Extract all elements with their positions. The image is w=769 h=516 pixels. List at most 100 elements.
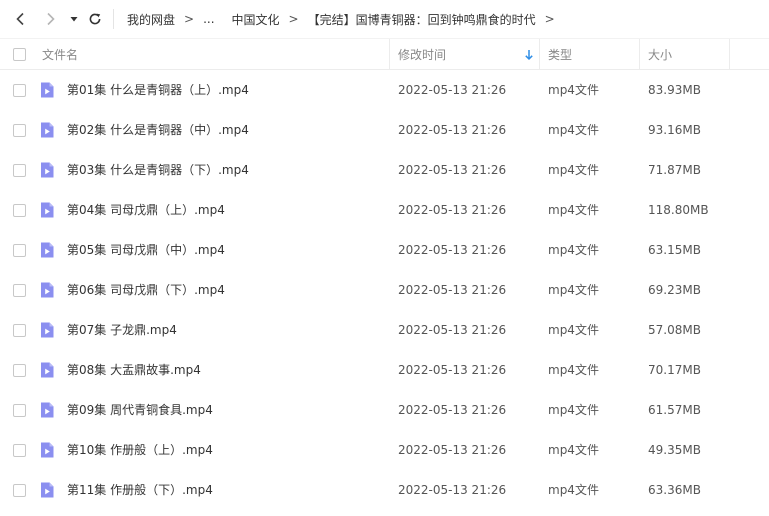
row-checkbox[interactable] (13, 204, 26, 217)
column-divider (539, 39, 540, 70)
file-size: 57.08MB (648, 323, 701, 337)
file-name[interactable]: 第02集 什么是青铜器（中）.mp4 (67, 110, 249, 150)
row-checkbox[interactable] (13, 364, 26, 377)
file-row[interactable]: 第11集 作册般（下）.mp4 2022-05-13 21:26 mp4文件 6… (0, 470, 769, 510)
breadcrumb-item-current-folder[interactable]: 【完结】国博青铜器：回到钟鸣鼎食的时代 (308, 11, 536, 28)
back-button[interactable] (11, 9, 31, 29)
toolbar: 我的网盘 > ... 中国文化 > 【完结】国博青铜器：回到钟鸣鼎食的时代 > (0, 0, 769, 38)
file-name[interactable]: 第07集 子龙鼎.mp4 (67, 310, 177, 350)
file-size: 70.17MB (648, 363, 701, 377)
file-row[interactable]: 第10集 作册般（上）.mp4 2022-05-13 21:26 mp4文件 4… (0, 430, 769, 470)
file-type: mp4文件 (548, 83, 599, 97)
breadcrumb-separator: > (288, 12, 299, 26)
select-all-checkbox[interactable] (13, 39, 26, 70)
file-list-header: 文件名 修改时间 类型 大小 (0, 38, 769, 70)
row-checkbox[interactable] (13, 444, 26, 457)
breadcrumb-item-chinese-culture[interactable]: 中国文化 (232, 11, 280, 28)
file-name[interactable]: 第11集 作册般（下）.mp4 (67, 470, 213, 510)
breadcrumb: 我的网盘 > ... 中国文化 > 【完结】国博青铜器：回到钟鸣鼎食的时代 > (127, 0, 564, 38)
file-type: mp4文件 (548, 123, 599, 137)
checkbox-box (13, 48, 26, 61)
video-file-icon (41, 442, 54, 458)
video-file-icon (41, 162, 54, 178)
column-header-name[interactable]: 文件名 (42, 39, 78, 70)
file-modified-time: 2022-05-13 21:26 (398, 163, 507, 177)
file-modified-time: 2022-05-13 21:26 (398, 283, 507, 297)
file-size: 118.80MB (648, 203, 709, 217)
file-size: 71.87MB (648, 163, 701, 177)
file-name[interactable]: 第10集 作册般（上）.mp4 (67, 430, 213, 470)
file-row[interactable]: 第09集 周代青铜食具.mp4 2022-05-13 21:26 mp4文件 6… (0, 390, 769, 430)
file-name[interactable]: 第03集 什么是青铜器（下）.mp4 (67, 150, 249, 190)
file-name[interactable]: 第01集 什么是青铜器（上）.mp4 (67, 70, 249, 110)
column-header-size[interactable]: 大小 (648, 39, 672, 70)
chevron-right-icon (47, 12, 55, 26)
file-name[interactable]: 第08集 大盂鼎故事.mp4 (67, 350, 201, 390)
breadcrumb-separator: > (544, 12, 555, 26)
history-dropdown-button[interactable] (64, 9, 84, 29)
refresh-button[interactable] (85, 9, 105, 29)
breadcrumb-item-ellipsis[interactable]: ... (203, 12, 214, 26)
file-size: 61.57MB (648, 403, 701, 417)
row-checkbox[interactable] (13, 324, 26, 337)
row-checkbox[interactable] (13, 284, 26, 297)
row-checkbox[interactable] (13, 484, 26, 497)
file-row[interactable]: 第02集 什么是青铜器（中）.mp4 2022-05-13 21:26 mp4文… (0, 110, 769, 150)
file-row[interactable]: 第08集 大盂鼎故事.mp4 2022-05-13 21:26 mp4文件 70… (0, 350, 769, 390)
video-file-icon (41, 242, 54, 258)
chevron-left-icon (16, 12, 24, 26)
refresh-icon (89, 13, 101, 25)
file-type: mp4文件 (548, 323, 599, 337)
video-file-icon (41, 362, 54, 378)
file-row[interactable]: 第06集 司母戊鼎（下）.mp4 2022-05-13 21:26 mp4文件 … (0, 270, 769, 310)
file-size: 83.93MB (648, 83, 701, 97)
column-divider (639, 39, 640, 70)
file-modified-time: 2022-05-13 21:26 (398, 363, 507, 377)
file-modified-time: 2022-05-13 21:26 (398, 483, 507, 497)
file-modified-time: 2022-05-13 21:26 (398, 443, 507, 457)
file-name[interactable]: 第04集 司母戊鼎（上）.mp4 (67, 190, 225, 230)
file-modified-time: 2022-05-13 21:26 (398, 203, 507, 217)
row-checkbox[interactable] (13, 124, 26, 137)
row-checkbox[interactable] (13, 404, 26, 417)
file-type: mp4文件 (548, 283, 599, 297)
video-file-icon (41, 482, 54, 498)
row-checkbox[interactable] (13, 244, 26, 257)
file-row[interactable]: 第05集 司母戊鼎（中）.mp4 2022-05-13 21:26 mp4文件 … (0, 230, 769, 270)
file-modified-time: 2022-05-13 21:26 (398, 83, 507, 97)
breadcrumb-separator: > (184, 12, 195, 26)
file-row[interactable]: 第04集 司母戊鼎（上）.mp4 2022-05-13 21:26 mp4文件 … (0, 190, 769, 230)
column-divider (389, 39, 390, 70)
video-file-icon (41, 82, 54, 98)
video-file-icon (41, 322, 54, 338)
column-header-type[interactable]: 类型 (548, 39, 572, 70)
column-header-modified[interactable]: 修改时间 (398, 39, 539, 70)
file-size: 69.23MB (648, 283, 701, 297)
video-file-icon (41, 282, 54, 298)
forward-button[interactable] (40, 9, 60, 29)
file-type: mp4文件 (548, 483, 599, 497)
row-checkbox[interactable] (13, 84, 26, 97)
file-type: mp4文件 (548, 243, 599, 257)
file-row[interactable]: 第03集 什么是青铜器（下）.mp4 2022-05-13 21:26 mp4文… (0, 150, 769, 190)
file-size: 63.36MB (648, 483, 701, 497)
file-modified-time: 2022-05-13 21:26 (398, 323, 507, 337)
caret-down-icon (70, 17, 78, 22)
arrow-down-icon (525, 50, 533, 61)
toolbar-divider (113, 9, 114, 29)
file-size: 63.15MB (648, 243, 701, 257)
file-name[interactable]: 第05集 司母戊鼎（中）.mp4 (67, 230, 225, 270)
file-name[interactable]: 第09集 周代青铜食具.mp4 (67, 390, 213, 430)
file-modified-time: 2022-05-13 21:26 (398, 243, 507, 257)
video-file-icon (41, 122, 54, 138)
file-modified-time: 2022-05-13 21:26 (398, 123, 507, 137)
file-type: mp4文件 (548, 363, 599, 377)
file-name[interactable]: 第06集 司母戊鼎（下）.mp4 (67, 270, 225, 310)
file-row[interactable]: 第07集 子龙鼎.mp4 2022-05-13 21:26 mp4文件 57.0… (0, 310, 769, 350)
file-type: mp4文件 (548, 163, 599, 177)
row-checkbox[interactable] (13, 164, 26, 177)
column-header-modified-label: 修改时间 (398, 48, 447, 62)
column-divider (729, 39, 730, 70)
file-row[interactable]: 第01集 什么是青铜器（上）.mp4 2022-05-13 21:26 mp4文… (0, 70, 769, 110)
breadcrumb-item-home[interactable]: 我的网盘 (127, 11, 175, 28)
